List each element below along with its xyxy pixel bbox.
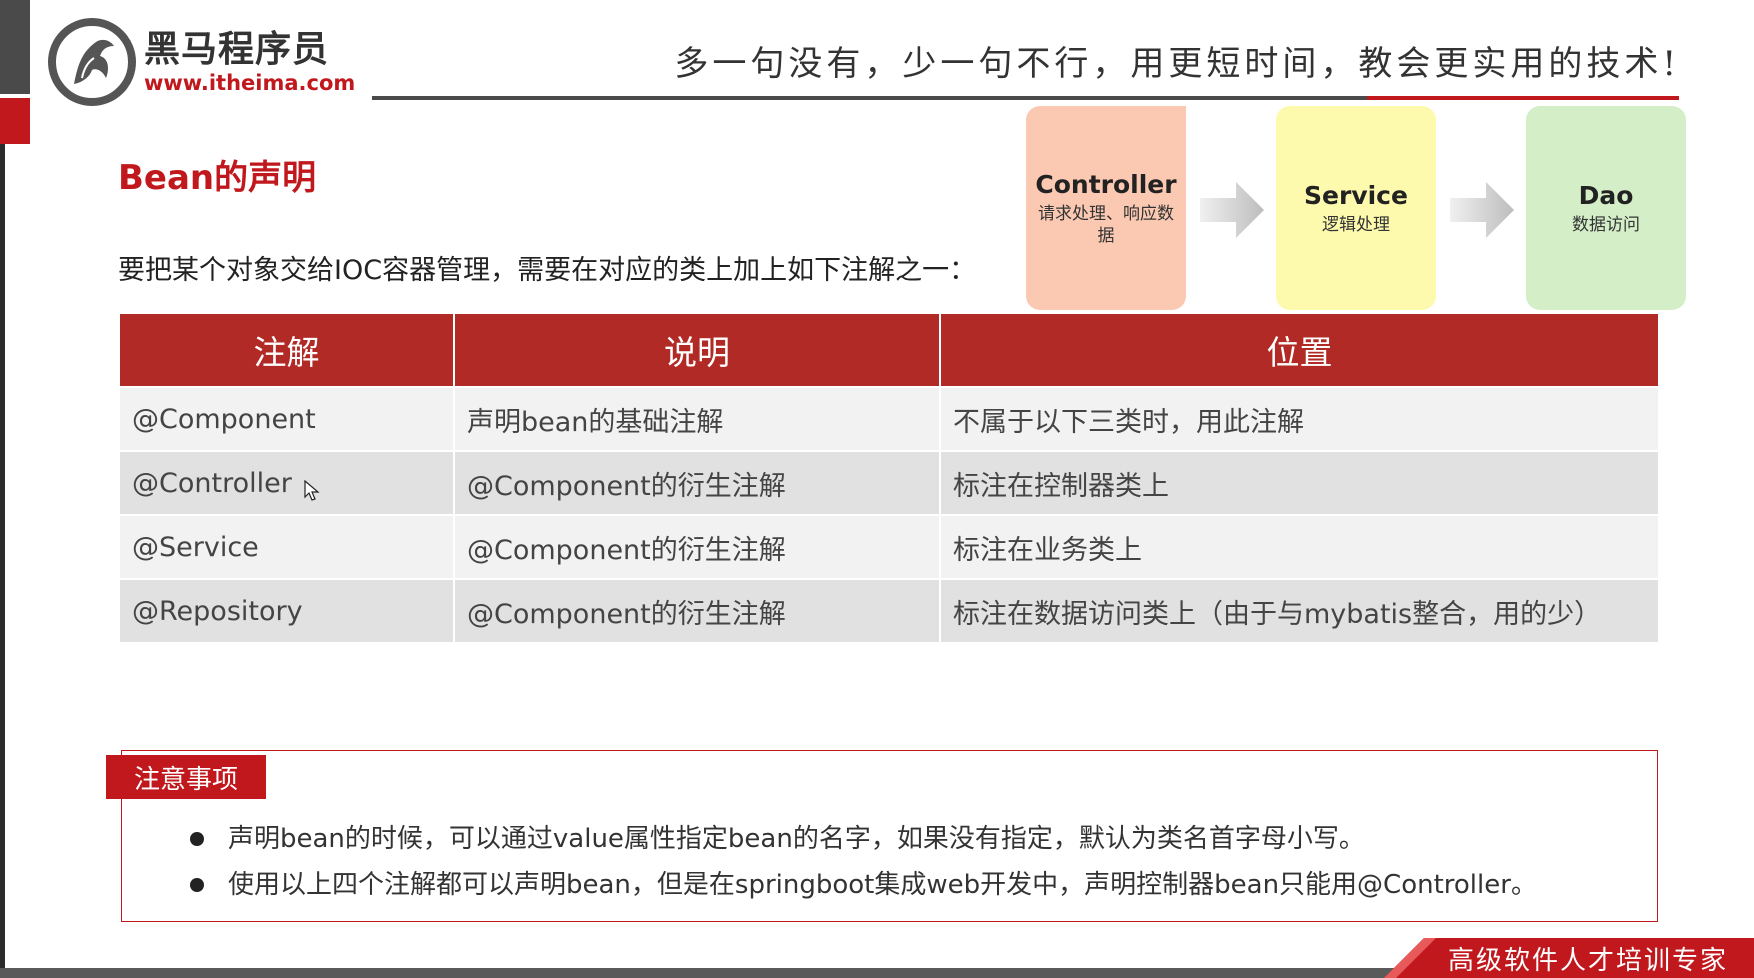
table-cell: @Service	[120, 514, 455, 579]
list-item-text: 声明bean的时候，可以通过value属性指定bean的名字，如果没有指定，默认…	[228, 824, 1365, 854]
table-row: @Repository @Component的衍生注解 标注在数据访问类上（由于…	[120, 578, 1658, 642]
table-cell: @Repository	[120, 578, 455, 642]
page-title: Bean的声明	[118, 158, 317, 198]
table-cell: @Component的衍生注解	[454, 450, 941, 515]
left-red-accent	[0, 98, 30, 144]
table-header-cell: 注解	[120, 314, 455, 387]
brand-url: www.itheima.com	[144, 71, 356, 95]
arrow-right-icon	[1450, 182, 1514, 238]
flow-box-title: Service	[1304, 180, 1408, 210]
notes-tag: 注意事项	[106, 755, 266, 799]
flow-box-title: Dao	[1578, 180, 1634, 210]
notes-list: 声明bean的时候，可以通过value属性指定bean的名字，如果没有指定，默认…	[186, 816, 1537, 908]
table-header-cell: 位置	[940, 314, 1658, 387]
table-cell: @Component	[120, 386, 455, 451]
table-row: @Controller @Component的衍生注解 标注在控制器类上	[120, 450, 1658, 515]
arrow-right-icon	[1200, 182, 1264, 238]
flow-box-controller: Controller 请求处理、响应数据	[1026, 106, 1186, 310]
flow-box-dao: Dao 数据访问	[1526, 106, 1686, 310]
table-header-cell: 说明	[454, 314, 941, 387]
flow-box-subtitle: 逻辑处理	[1322, 214, 1390, 235]
layer-flow-diagram: Controller 请求处理、响应数据 Service 逻辑处理 Dao 数据…	[1026, 106, 1688, 310]
table-cell: 标注在数据访问类上（由于与mybatis整合，用的少）	[940, 578, 1658, 642]
bullet-icon	[190, 832, 204, 846]
horse-logo-icon	[48, 18, 136, 106]
left-edge-strip	[0, 144, 5, 978]
header-divider-accent	[1367, 96, 1679, 100]
left-decor-bar	[0, 0, 30, 94]
brand-logo: 黑马程序员 www.itheima.com	[48, 18, 355, 106]
header-divider	[372, 96, 1367, 100]
header-slogan: 多一句没有，少一句不行，用更短时间，教会更实用的技术!	[674, 44, 1680, 84]
mouse-cursor-icon	[304, 480, 320, 501]
annotation-table: 注解 说明 位置 @Component 声明bean的基础注解 不属于以下三类时…	[120, 314, 1658, 642]
flow-box-title: Controller	[1035, 169, 1177, 199]
table-row: @Service @Component的衍生注解 标注在业务类上	[120, 514, 1658, 579]
table-cell: 标注在业务类上	[940, 514, 1658, 579]
intro-text: 要把某个对象交给IOC容器管理，需要在对应的类上加上如下注解之一：	[118, 255, 977, 286]
flow-box-subtitle: 请求处理、响应数据	[1038, 203, 1174, 246]
table-cell: 标注在控制器类上	[940, 450, 1658, 515]
list-item: 声明bean的时候，可以通过value属性指定bean的名字，如果没有指定，默认…	[186, 816, 1537, 862]
table-cell: @Component的衍生注解	[454, 578, 941, 642]
table-cell: @Controller	[120, 450, 455, 515]
table-cell: 不属于以下三类时，用此注解	[940, 386, 1658, 451]
table-cell: 声明bean的基础注解	[454, 386, 941, 451]
table-row: @Component 声明bean的基础注解 不属于以下三类时，用此注解	[120, 386, 1658, 451]
table-cell: @Component的衍生注解	[454, 514, 941, 579]
brand-name: 黑马程序员	[144, 29, 330, 70]
table-header-row: 注解 说明 位置	[120, 314, 1658, 387]
list-item: 使用以上四个注解都可以声明bean，但是在springboot集成web开发中，…	[186, 862, 1537, 908]
footer-tagline: 高级软件人才培训专家	[1448, 946, 1729, 976]
list-item-text: 使用以上四个注解都可以声明bean，但是在springboot集成web开发中，…	[228, 870, 1537, 900]
flow-box-service: Service 逻辑处理	[1276, 106, 1436, 310]
bullet-icon	[190, 878, 204, 892]
flow-box-subtitle: 数据访问	[1572, 214, 1640, 235]
